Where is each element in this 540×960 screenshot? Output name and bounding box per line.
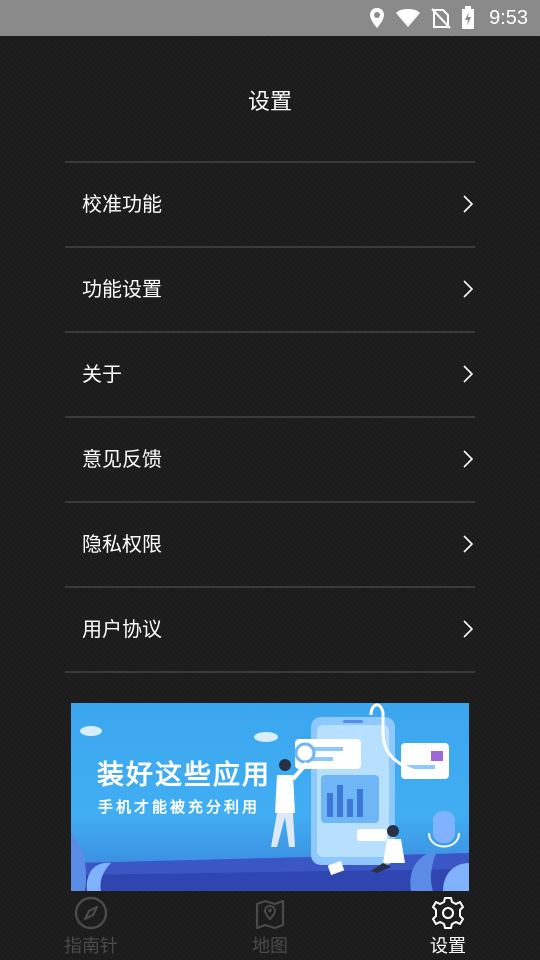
chevron-right-icon (463, 365, 473, 383)
gear-icon (432, 897, 464, 929)
menu-item-privacy[interactable]: 隐私权限 (65, 503, 475, 588)
menu-item-function-settings[interactable]: 功能设置 (65, 248, 475, 333)
settings-menu: 校准功能 功能设置 关于 意见反馈 隐私权限 用户协议 (65, 161, 475, 673)
menu-item-label: 校准功能 (82, 192, 162, 216)
status-bar: 9:53 (0, 0, 540, 36)
nav-item-settings[interactable]: 设置 (388, 891, 508, 960)
status-icons: 9:53 (369, 0, 528, 36)
banner-subtitle: 手机才能被充分利用 (98, 798, 261, 816)
menu-item-user-agreement[interactable]: 用户协议 (65, 588, 475, 673)
nav-label: 地图 (252, 936, 288, 957)
nav-label: 设置 (430, 936, 466, 957)
status-time: 9:53 (489, 6, 528, 29)
chevron-right-icon (463, 620, 473, 638)
bottom-nav: 指南针 地图 设置 (0, 891, 540, 960)
menu-item-label: 关于 (82, 362, 122, 386)
battery-charging-icon (462, 6, 475, 29)
page-title: 设置 (247, 90, 292, 115)
location-icon (370, 8, 385, 28)
chevron-right-icon (463, 535, 473, 553)
wifi-icon (396, 9, 421, 27)
menu-item-label: 意见反馈 (82, 447, 162, 471)
menu-item-label: 功能设置 (82, 277, 162, 301)
banner-title: 装好这些应用 (97, 760, 271, 791)
compass-icon (74, 896, 108, 930)
nav-item-map[interactable]: 地图 (210, 891, 330, 960)
menu-item-label: 用户协议 (82, 617, 162, 641)
promo-banner[interactable]: 装好这些应用 手机才能被充分利用 (71, 703, 469, 891)
nav-label: 指南针 (64, 936, 118, 957)
menu-item-about[interactable]: 关于 (65, 333, 475, 418)
menu-item-feedback[interactable]: 意见反馈 (65, 418, 475, 503)
nav-item-compass[interactable]: 指南针 (31, 891, 151, 960)
menu-item-calibration[interactable]: 校准功能 (65, 163, 475, 248)
no-sim-icon (431, 8, 451, 29)
chevron-right-icon (463, 195, 473, 213)
chevron-right-icon (463, 450, 473, 468)
map-icon (255, 899, 285, 930)
menu-item-label: 隐私权限 (82, 532, 162, 556)
chevron-right-icon (463, 280, 473, 298)
